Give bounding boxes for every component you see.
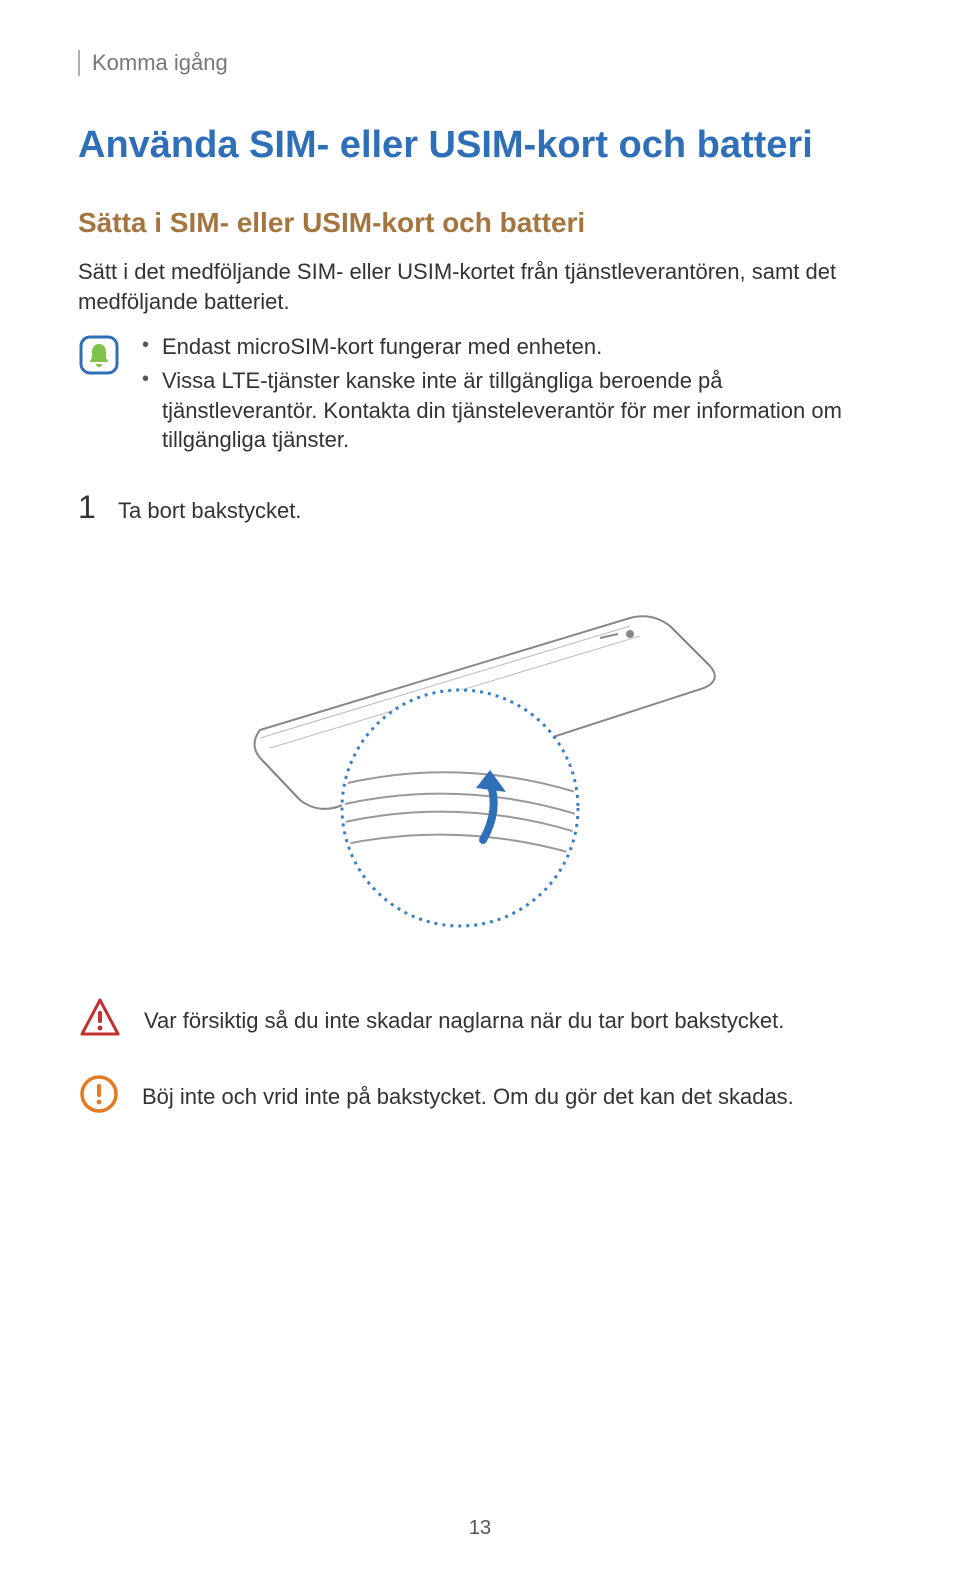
breadcrumb: Komma igång xyxy=(92,50,882,76)
step-text: Ta bort bakstycket. xyxy=(118,498,301,524)
caution-callout: Böj inte och vrid inte på bakstycket. Om… xyxy=(78,1073,882,1120)
warning-text: Var försiktig så du inte skadar naglarna… xyxy=(144,1006,784,1036)
figure-remove-back-cover xyxy=(78,550,882,996)
note-block: Endast microSIM-kort fungerar med enhete… xyxy=(78,332,882,455)
note-list: Endast microSIM-kort fungerar med enhete… xyxy=(140,332,882,455)
note-item: Endast microSIM-kort fungerar med enhete… xyxy=(140,332,882,362)
step-1: 1 Ta bort bakstycket. xyxy=(78,489,882,526)
caution-circle-icon xyxy=(78,1073,120,1120)
warning-callout: Var försiktig så du inte skadar naglarna… xyxy=(78,996,882,1045)
note-item: Vissa LTE-tjänster kanske inte är tillgä… xyxy=(140,366,882,455)
warning-triangle-icon xyxy=(78,996,122,1045)
heading-sub: Sätta i SIM- eller USIM-kort och batteri xyxy=(78,207,882,239)
breadcrumb-wrap: Komma igång xyxy=(78,50,882,76)
note-bell-icon xyxy=(78,334,120,381)
page-number: 13 xyxy=(0,1517,960,1540)
caution-text: Böj inte och vrid inte på bakstycket. Om… xyxy=(142,1082,794,1112)
page-container: Komma igång Använda SIM- eller USIM-kort… xyxy=(0,0,960,1582)
heading-main: Använda SIM- eller USIM-kort och batteri xyxy=(78,124,882,167)
intro-paragraph: Sätt i det medföljande SIM- eller USIM-k… xyxy=(78,257,882,316)
step-number: 1 xyxy=(78,489,100,526)
